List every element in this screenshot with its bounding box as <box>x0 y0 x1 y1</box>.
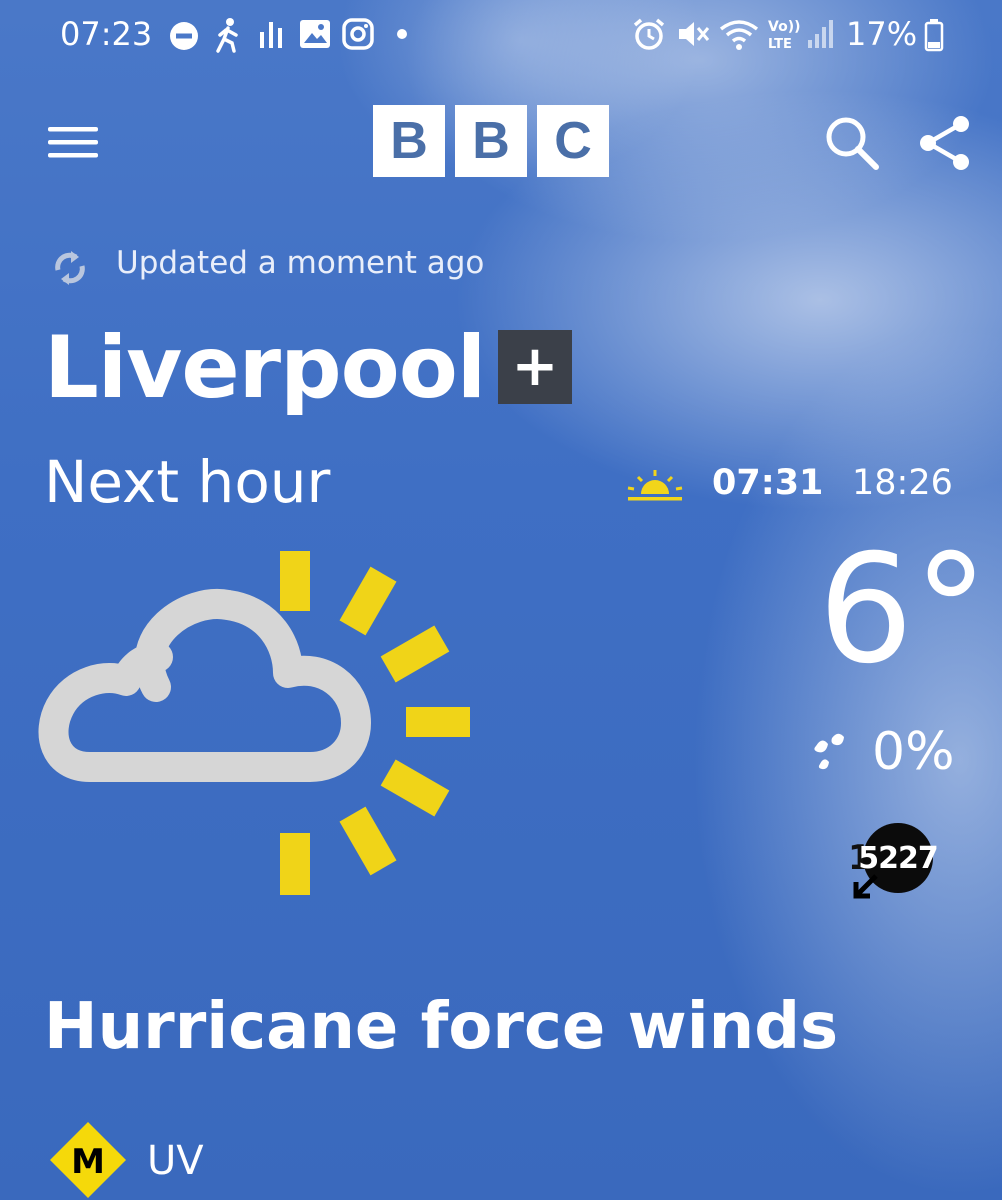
menu-icon[interactable] <box>48 125 100 161</box>
bbc-logo-letter: B <box>455 105 527 177</box>
bbc-logo-letter: C <box>537 105 609 177</box>
walking-icon <box>216 18 238 53</box>
light-cloud-and-sun-icon <box>38 551 470 895</box>
svg-text:Vo)): Vo)) <box>768 19 800 35</box>
activity-bars-icon <box>260 22 282 48</box>
add-symbol: + <box>511 334 559 399</box>
add-location-button[interactable]: + <box>498 330 572 404</box>
location-title: Liverpool <box>44 318 486 418</box>
volte-icon: Vo)) LTE <box>768 19 800 52</box>
instagram-icon <box>342 18 374 50</box>
temperature-value: 6° <box>818 523 989 697</box>
bbc-logo-letter: B <box>373 105 445 177</box>
gallery-icon <box>300 20 330 48</box>
wind-direction-arrow-icon <box>853 874 878 899</box>
alarm-icon <box>633 18 665 50</box>
battery-icon <box>924 19 944 52</box>
sunset-time: 18:26 <box>852 463 953 503</box>
signal-icon <box>808 20 833 48</box>
status-bar: 07:23 Vo)) LTE 17% <box>0 0 1002 70</box>
battery-percent: 17% <box>846 15 918 53</box>
notification-dot-icon <box>397 29 407 39</box>
weather-headline: Hurricane force winds <box>44 990 839 1064</box>
status-time: 07:23 <box>60 15 153 53</box>
do-not-disturb-icon <box>170 22 198 50</box>
sunrise-time: 07:31 <box>712 463 824 503</box>
forecast-period-label: Next hour <box>44 448 331 516</box>
refresh-icon[interactable] <box>50 248 90 288</box>
bbc-logo[interactable]: B B C <box>373 105 609 177</box>
precipitation-chance: 0% <box>872 722 955 782</box>
updated-timestamp: Updated a moment ago <box>116 245 485 281</box>
uv-level-letter: M <box>71 1142 105 1182</box>
mute-icon <box>679 22 710 46</box>
sunrise-icon <box>627 470 683 501</box>
search-icon[interactable] <box>824 115 880 171</box>
uv-label: UV <box>147 1138 204 1184</box>
svg-text:LTE: LTE <box>768 37 792 52</box>
wifi-icon <box>719 20 759 50</box>
raindrops-icon <box>814 733 844 770</box>
share-icon[interactable] <box>918 115 972 171</box>
top-navigation: B B C <box>0 95 1002 195</box>
